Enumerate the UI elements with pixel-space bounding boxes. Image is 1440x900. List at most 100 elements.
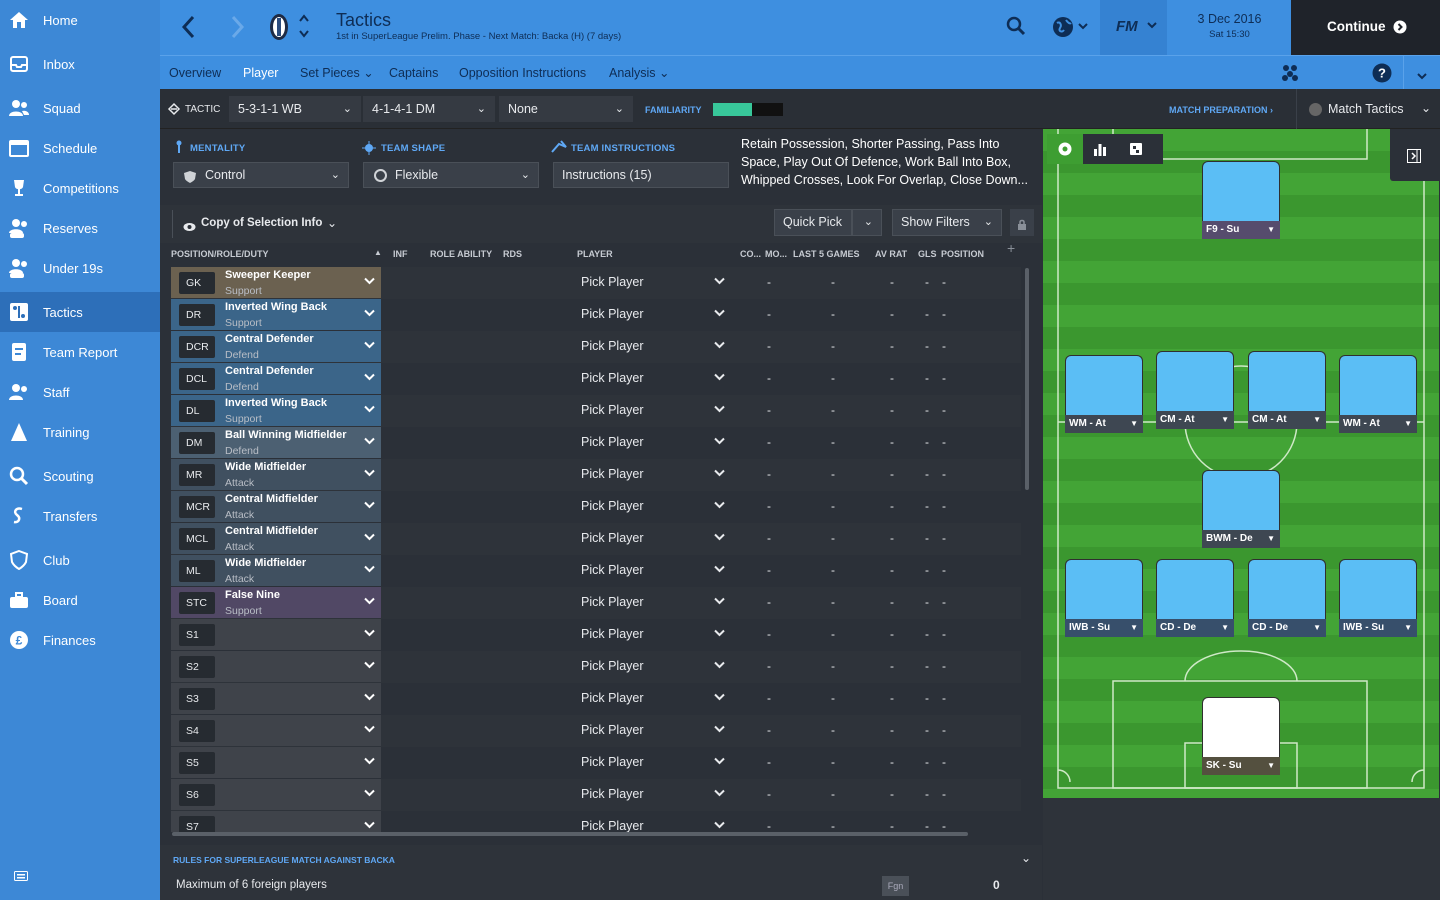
table-row[interactable]: S5 Pick Player - - - - - — [171, 747, 1021, 779]
panel-toggle-button[interactable] — [1390, 129, 1439, 181]
role-select[interactable]: DM Ball Winning Midfielder Defend — [171, 427, 381, 458]
player-slot[interactable] — [1065, 559, 1143, 619]
pick-player-select[interactable]: Pick Player — [581, 819, 644, 832]
pick-player-select[interactable]: Pick Player — [581, 499, 644, 513]
role-select[interactable]: DCL Central Defender Defend — [171, 363, 381, 394]
chevron-down-icon[interactable] — [714, 628, 725, 640]
pick-player-select[interactable]: Pick Player — [581, 531, 644, 545]
role-select[interactable]: S7 — [171, 811, 381, 832]
collapse-icon[interactable]: ⌄ — [1021, 851, 1031, 865]
table-row[interactable]: ML Wide Midfielder Attack Pick Player - - - - - — [171, 555, 1021, 587]
chevron-down-icon[interactable] — [714, 340, 725, 352]
player-slot[interactable] — [1248, 559, 1326, 619]
chevron-down-icon[interactable] — [714, 404, 725, 416]
player-slot[interactable] — [1202, 161, 1280, 221]
vertical-scrollbar[interactable] — [1025, 268, 1029, 490]
table-row[interactable]: MCL Central Midfielder Attack Pick Player - -… — [171, 523, 1021, 555]
role-select[interactable]: S3 — [171, 683, 381, 714]
table-row[interactable]: DCL Central Defender Defend Pick Player - - - -… — [171, 363, 1021, 395]
role-label[interactable]: SK - Su ▼ — [1202, 757, 1280, 775]
role-label[interactable]: F9 - Su ▼ — [1202, 221, 1280, 239]
table-row[interactable]: S2 Pick Player - - - - - — [171, 651, 1021, 683]
pick-player-select[interactable]: Pick Player — [581, 691, 644, 705]
chevron-down-icon[interactable] — [714, 724, 725, 736]
player-slot[interactable] — [1202, 470, 1280, 530]
pitch-player-card[interactable]: WM - At ▼ — [1065, 355, 1143, 433]
role-select[interactable]: DL Inverted Wing Back Support — [171, 395, 381, 426]
role-label[interactable]: IWB - Su ▼ — [1339, 619, 1417, 637]
table-row[interactable]: MR Wide Midfielder Attack Pick Player - - - - - — [171, 459, 1021, 491]
globe-icon[interactable] — [1052, 16, 1088, 43]
chevron-down-icon[interactable] — [714, 276, 725, 288]
squad-view-icon[interactable] — [1280, 64, 1300, 87]
pitch-player-card[interactable]: IWB - Su ▼ — [1339, 559, 1417, 637]
pick-player-select[interactable]: Pick Player — [581, 659, 644, 673]
pick-player-select[interactable]: Pick Player — [581, 723, 644, 737]
pitch-player-card[interactable]: WM - At ▼ — [1339, 355, 1417, 433]
table-row[interactable]: S3 Pick Player - - - - - — [171, 683, 1021, 715]
role-select[interactable]: MCL Central Midfielder Attack — [171, 523, 381, 554]
bar-chart-icon[interactable] — [1093, 142, 1107, 161]
role-select[interactable]: S5 — [171, 747, 381, 778]
role-select[interactable]: GK Sweeper Keeper Support — [171, 267, 381, 298]
chevron-down-icon[interactable] — [714, 532, 725, 544]
player-slot[interactable] — [1156, 351, 1234, 411]
chevron-down-icon[interactable] — [714, 468, 725, 480]
grid-view-icon[interactable] — [1129, 142, 1143, 161]
role-label[interactable]: CM - At ▼ — [1248, 411, 1326, 429]
chevron-down-icon[interactable] — [714, 436, 725, 448]
pitch-player-card[interactable]: CD - De ▼ — [1156, 559, 1234, 637]
role-label[interactable]: BWM - De ▼ — [1202, 530, 1280, 548]
chevron-down-icon[interactable] — [714, 692, 725, 704]
player-slot[interactable] — [1202, 697, 1280, 757]
pitch-player-card[interactable]: CD - De ▼ — [1248, 559, 1326, 637]
role-label[interactable]: WM - At ▼ — [1065, 415, 1143, 433]
player-slot[interactable] — [1156, 559, 1234, 619]
role-select[interactable]: DR Inverted Wing Back Support — [171, 299, 381, 330]
pitch-player-card[interactable]: IWB - Su ▼ — [1065, 559, 1143, 637]
table-row[interactable]: S7 Pick Player - - - - - — [171, 811, 1021, 832]
pitch-player-card[interactable]: CM - At ▼ — [1156, 351, 1234, 429]
table-row[interactable]: GK Sweeper Keeper Support Pick Player - - - - - — [171, 267, 1021, 299]
role-label[interactable]: IWB - Su ▼ — [1065, 619, 1143, 637]
date-display[interactable]: 3 Dec 2016 Sat 15:30 — [1168, 0, 1291, 55]
help-icon[interactable]: ? — [1372, 63, 1392, 88]
player-slot[interactable] — [1339, 559, 1417, 619]
pitch-player-card[interactable]: BWM - De ▼ — [1202, 470, 1280, 548]
pick-player-select[interactable]: Pick Player — [581, 307, 644, 321]
chevron-down-icon[interactable] — [714, 500, 725, 512]
pitch-player-card[interactable]: CM - At ▼ — [1248, 351, 1326, 429]
pick-player-select[interactable]: Pick Player — [581, 403, 644, 417]
pick-player-select[interactable]: Pick Player — [581, 339, 644, 353]
pitch-player-card[interactable]: SK - Su ▼ — [1202, 697, 1280, 775]
role-select[interactable]: DCR Central Defender Defend — [171, 331, 381, 362]
pick-player-select[interactable]: Pick Player — [581, 467, 644, 481]
chevron-down-icon[interactable] — [714, 596, 725, 608]
table-row[interactable]: DM Ball Winning Midfielder Defend Pick Play… — [171, 427, 1021, 459]
pick-player-select[interactable]: Pick Player — [581, 563, 644, 577]
player-slot[interactable] — [1248, 351, 1326, 411]
pitch-view-button[interactable] — [1047, 134, 1083, 164]
role-select[interactable]: MCR Central Midfielder Attack — [171, 491, 381, 522]
role-select[interactable]: S6 — [171, 779, 381, 810]
chevron-down-icon[interactable] — [714, 756, 725, 768]
pick-player-select[interactable]: Pick Player — [581, 627, 644, 641]
table-row[interactable]: DCR Central Defender Defend Pick Player - - - -… — [171, 331, 1021, 363]
pick-player-select[interactable]: Pick Player — [581, 371, 644, 385]
role-label[interactable]: CD - De ▼ — [1156, 619, 1234, 637]
role-select[interactable]: STC False Nine Support — [171, 587, 381, 618]
table-row[interactable]: STC False Nine Support Pick Player - - - - - — [171, 587, 1021, 619]
pick-player-select[interactable]: Pick Player — [581, 595, 644, 609]
pick-player-select[interactable]: Pick Player — [581, 275, 644, 289]
table-row[interactable]: S1 Pick Player - - - - - — [171, 619, 1021, 651]
table-row[interactable]: MCR Central Midfielder Attack Pick Player - -… — [171, 491, 1021, 523]
pick-player-select[interactable]: Pick Player — [581, 787, 644, 801]
expand-menu-button[interactable] — [1403, 56, 1440, 90]
chevron-down-icon[interactable] — [714, 660, 725, 672]
role-select[interactable]: S2 — [171, 651, 381, 682]
continue-button[interactable]: Continue — [1291, 0, 1440, 55]
chevron-down-icon[interactable] — [714, 372, 725, 384]
role-select[interactable]: S1 — [171, 619, 381, 650]
role-select[interactable]: MR Wide Midfielder Attack — [171, 459, 381, 490]
role-select[interactable]: S4 — [171, 715, 381, 746]
